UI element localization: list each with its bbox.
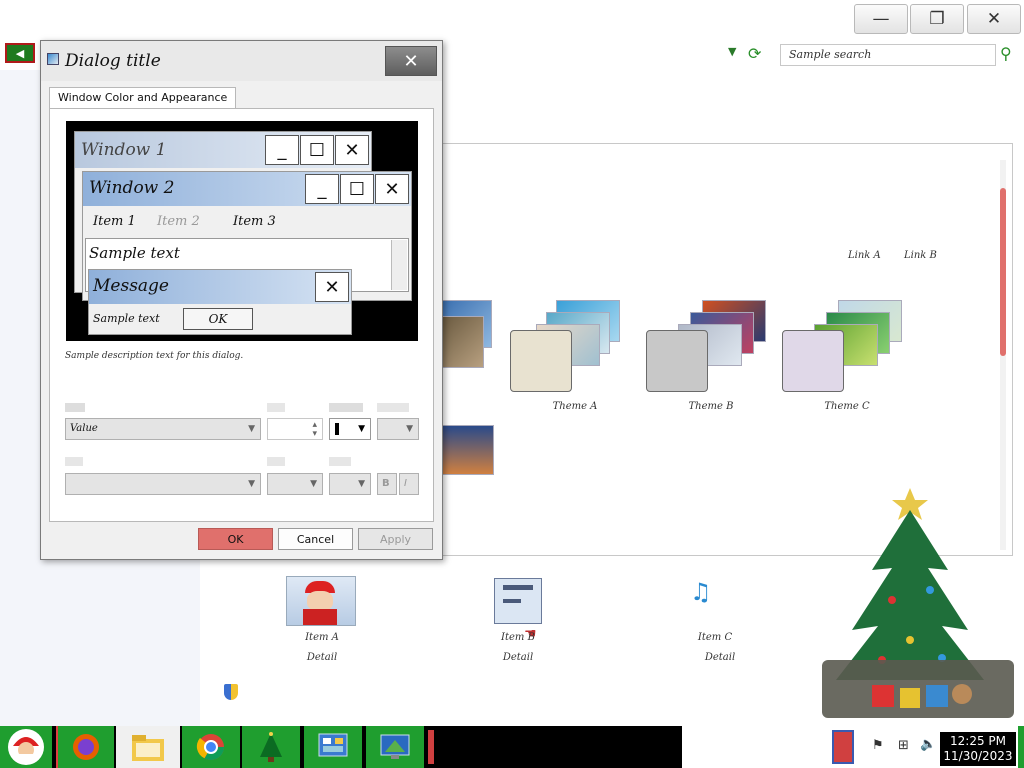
window-color-dialog: Dialog title ✕ Window Color and Appearan… bbox=[40, 40, 443, 560]
search-icon[interactable]: ⚲ bbox=[1000, 44, 1020, 64]
theme-b-label: Theme B bbox=[688, 401, 734, 412]
chrome-icon bbox=[196, 734, 225, 761]
dialog-close-button[interactable]: ✕ bbox=[385, 46, 437, 76]
network-icon[interactable]: ⊞ bbox=[898, 738, 914, 754]
preview-scrollbar bbox=[391, 240, 407, 290]
flag-icon[interactable]: ⚑ bbox=[872, 738, 888, 754]
tree-icon bbox=[260, 732, 282, 762]
close-icon: ✕ bbox=[315, 272, 349, 302]
santa-icon bbox=[8, 729, 44, 765]
back-arrow-icon: ◀ bbox=[15, 46, 25, 60]
folder-icon bbox=[132, 735, 164, 761]
preview-menu-item-2: Item 2 bbox=[157, 214, 200, 229]
tab-window-color-and-appearance[interactable]: Window Color and Appearance bbox=[49, 87, 237, 109]
preview-window-text: Sample text bbox=[89, 244, 180, 262]
address-dropdown-icon[interactable]: ▼ bbox=[728, 45, 742, 61]
font-size-label-mark bbox=[267, 457, 285, 466]
shield-icon bbox=[224, 684, 238, 700]
control-panel-icon bbox=[318, 733, 348, 757]
link-a[interactable]: Link A bbox=[848, 250, 881, 261]
theme-b-thumbnail[interactable] bbox=[646, 298, 766, 392]
size-label-mark bbox=[267, 403, 285, 412]
volume-icon[interactable]: 🔈 bbox=[920, 737, 938, 753]
taskbar-tree-app[interactable] bbox=[242, 726, 300, 768]
appearance-preview[interactable]: Window 1 _ ☐ ✕ Window 2 _ ☐ ✕ Item 1 Ite… bbox=[66, 121, 418, 341]
item-a-subtitle: Detail bbox=[306, 652, 338, 663]
apply-button[interactable]: Apply bbox=[358, 528, 433, 550]
item-b-subtitle: Detail bbox=[502, 652, 534, 663]
clock-time: 12:25 PM bbox=[950, 734, 1006, 748]
font-dropdown[interactable]: ▼ bbox=[65, 473, 261, 495]
preview-active-title: Window 2 bbox=[89, 178, 175, 198]
preview-inactive-title: Window 1 bbox=[81, 140, 167, 160]
clock[interactable]: 12:25 PM 11/30/2023 bbox=[940, 732, 1016, 766]
font-color-label-mark bbox=[329, 457, 351, 466]
taskbar-separator bbox=[428, 730, 434, 764]
minimize-button[interactable]: — bbox=[854, 4, 908, 34]
dialog-description: Sample description text for this dialog. bbox=[65, 351, 244, 361]
item-c-label[interactable]: Item C bbox=[670, 632, 760, 643]
minimize-icon: _ bbox=[305, 174, 339, 204]
theme-a-label: Theme A bbox=[552, 401, 598, 412]
show-desktop-button[interactable] bbox=[1018, 726, 1024, 768]
taskbar-firefox[interactable] bbox=[56, 726, 114, 768]
maximize-icon: ☐ bbox=[340, 174, 374, 204]
scrollbar-thumb[interactable] bbox=[1000, 188, 1006, 356]
taskbar-file-explorer[interactable] bbox=[116, 726, 180, 768]
minimize-icon: _ bbox=[265, 135, 299, 165]
item-a-image[interactable] bbox=[286, 576, 356, 626]
color-2-label-mark bbox=[377, 403, 409, 412]
color-2-picker[interactable]: ▼ bbox=[377, 418, 419, 440]
font-label-mark bbox=[65, 457, 83, 466]
preview-message-text: Sample text bbox=[93, 312, 160, 325]
monitor-icon bbox=[380, 734, 410, 759]
dialog-title: Dialog title bbox=[65, 51, 161, 71]
item-dropdown[interactable]: Value ▼ bbox=[65, 418, 261, 440]
taskbar-chrome[interactable] bbox=[182, 726, 240, 768]
preview-ok-button: OK bbox=[183, 308, 253, 330]
color-1-picker[interactable]: ▼ bbox=[329, 418, 371, 440]
clock-date: 11/30/2023 bbox=[943, 749, 1013, 763]
start-button[interactable] bbox=[0, 726, 52, 768]
item-label-mark bbox=[65, 403, 85, 412]
firefox-icon bbox=[73, 734, 99, 760]
item-size-stepper[interactable]: ▴ ▾ bbox=[267, 418, 323, 440]
link-b[interactable]: Link B bbox=[904, 250, 937, 261]
item-c-icon[interactable]: ♫ bbox=[690, 578, 742, 622]
theme-c-thumbnail[interactable] bbox=[782, 298, 902, 392]
christmas-tree-decoration bbox=[812, 480, 1024, 726]
show-hidden-icons[interactable] bbox=[832, 730, 854, 764]
font-color-picker[interactable]: ▼ bbox=[329, 473, 371, 495]
item-c-subtitle: Detail bbox=[704, 652, 736, 663]
restore-button[interactable]: ❐ bbox=[910, 4, 964, 34]
bold-button[interactable]: B bbox=[377, 473, 397, 495]
theme-c-label: Theme C bbox=[824, 401, 870, 412]
theme-a-thumbnail[interactable] bbox=[510, 298, 630, 392]
dialog-app-icon bbox=[47, 53, 59, 65]
preview-message-box-title: Message bbox=[93, 276, 169, 296]
close-button[interactable]: ✕ bbox=[967, 4, 1021, 34]
theme-thumbnail[interactable] bbox=[440, 425, 560, 515]
item-a-label[interactable]: Item A bbox=[270, 632, 374, 643]
close-icon: ✕ bbox=[403, 50, 419, 72]
item-b-icon[interactable] bbox=[494, 578, 542, 624]
cancel-button[interactable]: Cancel bbox=[278, 528, 353, 550]
italic-button[interactable]: I bbox=[399, 473, 419, 495]
item-b-label[interactable]: Item B bbox=[478, 632, 558, 643]
preview-menu-item-1: Item 1 bbox=[93, 214, 136, 229]
refresh-icon[interactable]: ⟳ bbox=[748, 44, 768, 64]
close-icon: ✕ bbox=[335, 135, 369, 165]
close-icon: ✕ bbox=[375, 174, 409, 204]
taskbar-control-panel[interactable] bbox=[304, 726, 362, 768]
ok-button[interactable]: OK bbox=[198, 528, 273, 550]
taskbar-personalization[interactable] bbox=[366, 726, 424, 768]
maximize-icon: ☐ bbox=[300, 135, 334, 165]
search-input[interactable]: Sample search bbox=[780, 44, 996, 66]
taskbar: ⚑ ⊞ 🔈 12:25 PM 11/30/2023 bbox=[0, 726, 1024, 768]
back-button[interactable]: ◀ bbox=[5, 43, 35, 63]
font-size-dropdown[interactable]: ▼ bbox=[267, 473, 323, 495]
preview-message-box: Message ✕ Sample text OK bbox=[88, 269, 352, 335]
preview-menu-item-3: Item 3 bbox=[233, 214, 276, 229]
color-1-label-mark bbox=[329, 403, 363, 412]
